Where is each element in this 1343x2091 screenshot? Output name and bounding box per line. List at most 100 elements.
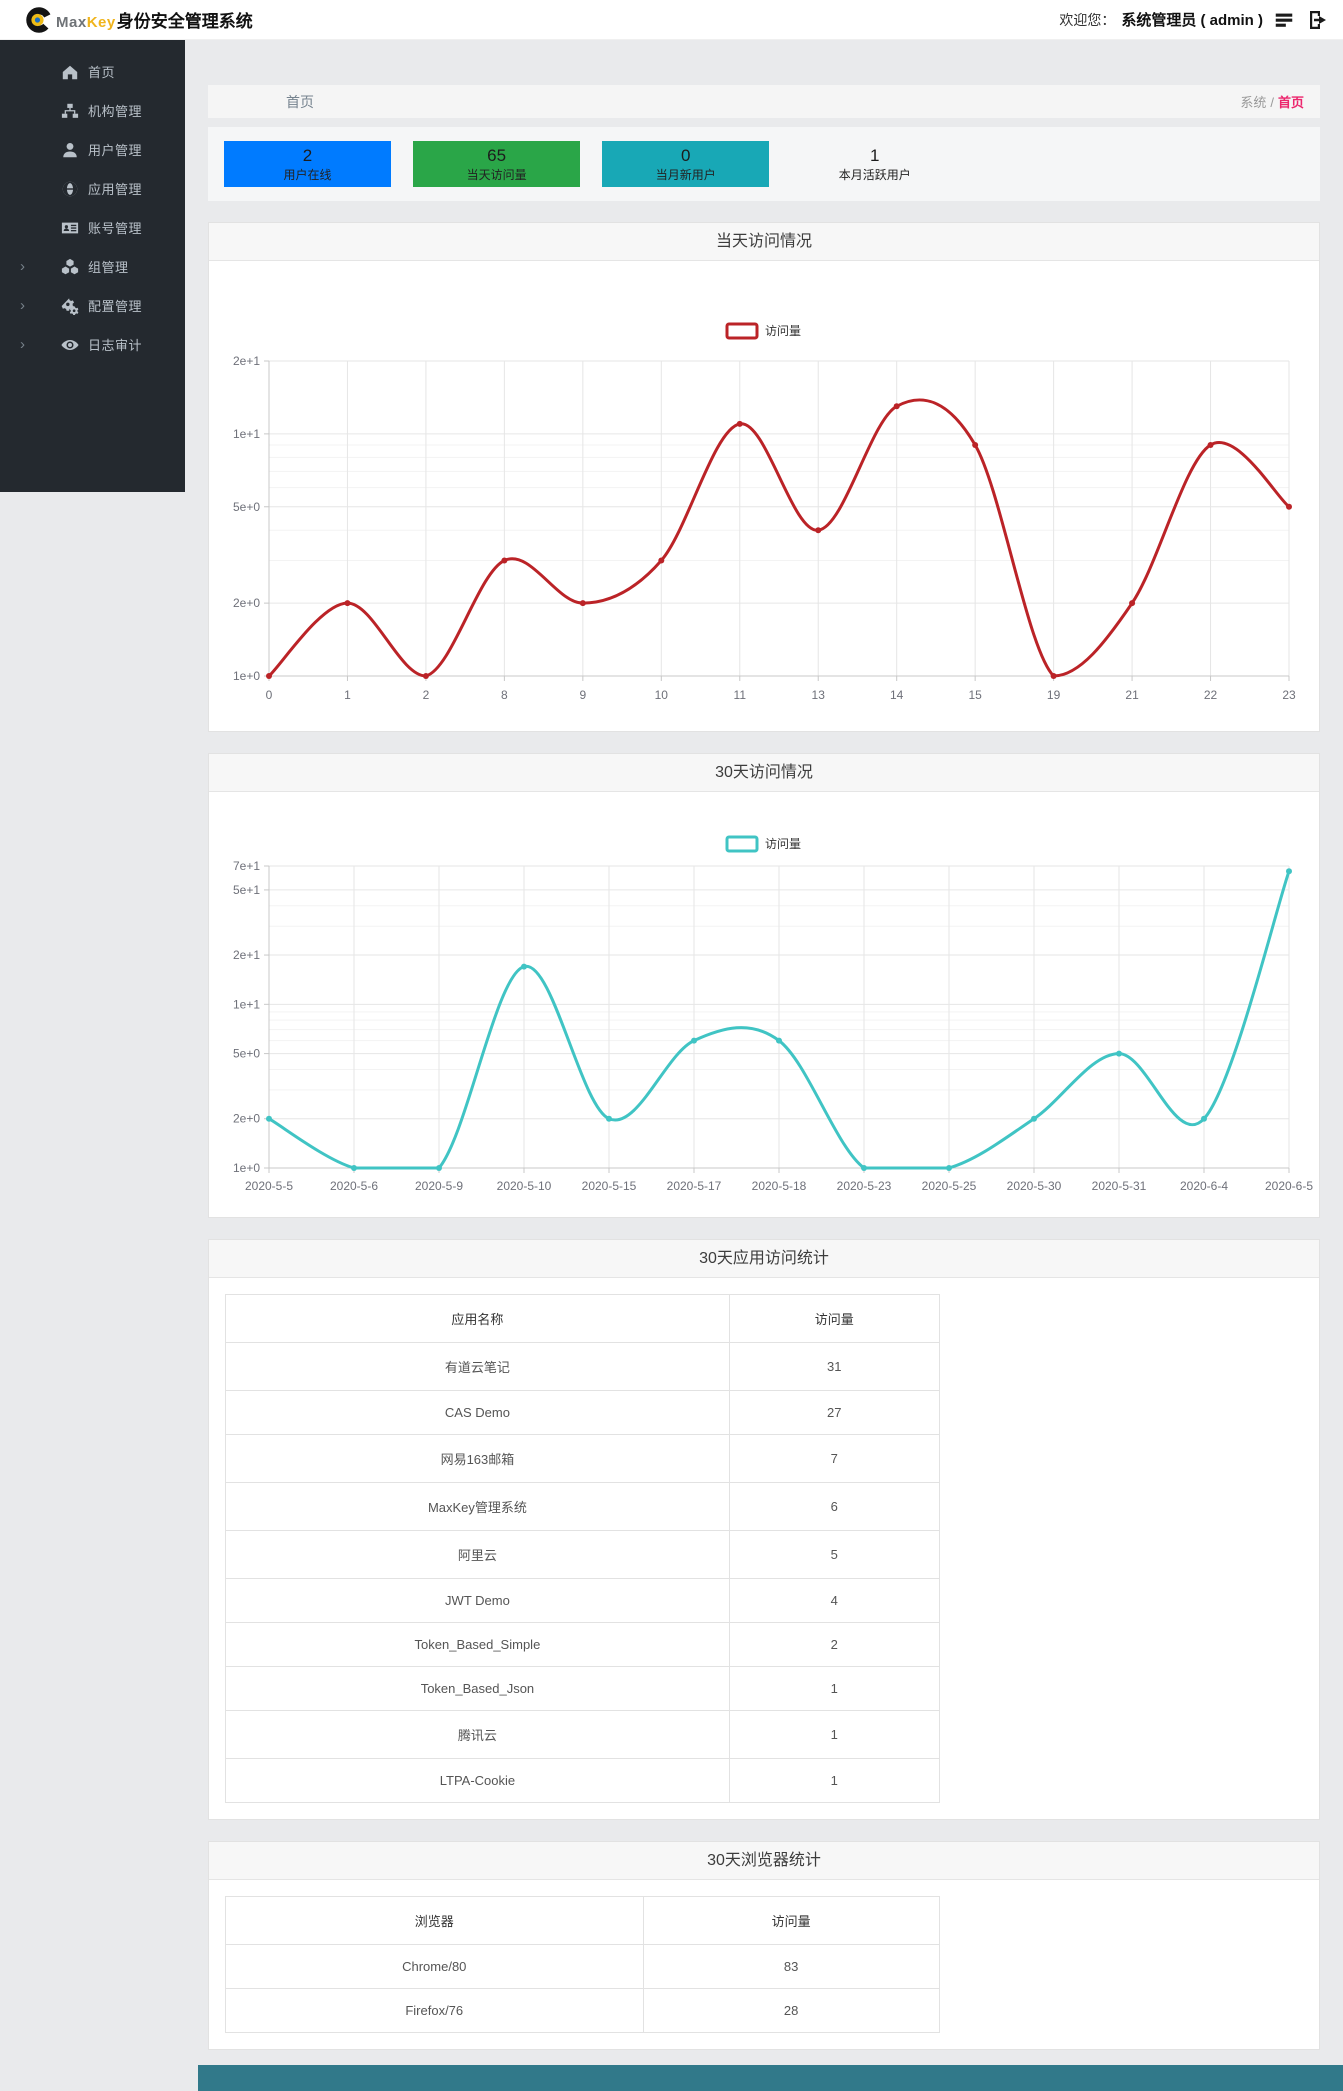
x-axis-tick-label: 2020-5-5 xyxy=(245,1179,293,1193)
chart-data-point xyxy=(972,441,979,448)
table-cell: 有道云笔记 xyxy=(225,1342,730,1391)
table-cell: LTPA-Cookie xyxy=(225,1758,730,1803)
table-cell: 4 xyxy=(728,1578,940,1623)
chart-data-point xyxy=(606,1115,612,1122)
table-header-row: 浏览器 访问量 xyxy=(225,1896,940,1945)
x-axis-tick-label: 14 xyxy=(890,688,904,702)
stat-label: 用户在线 xyxy=(283,168,332,182)
table-cell: JWT Demo xyxy=(225,1578,730,1623)
table-cell: 31 xyxy=(728,1342,940,1391)
x-axis-tick-label: 2020-5-30 xyxy=(1007,1179,1062,1193)
sidebar-item-7[interactable]: › 日志审计 xyxy=(0,325,185,364)
x-axis-tick-label: 8 xyxy=(501,688,508,702)
chart-legend-label[interactable]: 访问量 xyxy=(765,837,801,851)
stat-value: 0 xyxy=(680,146,691,165)
table-row: CAS Demo 27 xyxy=(225,1390,940,1435)
table-header-cell: 访问量 xyxy=(728,1294,940,1343)
chart-data-point xyxy=(351,1165,357,1171)
x-axis-tick-label: 21 xyxy=(1125,688,1139,702)
sidebar-item-0[interactable]: 首页 xyxy=(0,52,185,91)
x-axis-tick-label: 2020-5-18 xyxy=(752,1179,807,1193)
breadcrumb-current-link[interactable]: 首页 xyxy=(1278,95,1304,110)
sidebar-item-3[interactable]: 应用管理 xyxy=(0,169,185,208)
table-header-row: 应用名称 访问量 xyxy=(225,1294,940,1343)
sidebar-item-6[interactable]: › 配置管理 xyxy=(0,286,185,325)
x-axis-tick-label: 2020-6-5 xyxy=(1265,1179,1313,1193)
chart-data-point xyxy=(501,557,508,564)
id-card-icon xyxy=(60,219,80,237)
table-cell: 2 xyxy=(728,1622,940,1667)
y-axis-tick-label: 1e+1 xyxy=(233,427,260,441)
x-axis-tick-label: 10 xyxy=(655,688,669,702)
y-axis-tick-label: 1e+1 xyxy=(233,997,260,1011)
y-axis-tick-label: 1e+0 xyxy=(233,669,260,683)
chart-data-point xyxy=(658,557,665,564)
chart-legend-swatch[interactable] xyxy=(725,322,759,340)
brand-key: Key xyxy=(86,14,116,31)
sidebar-item-label: 应用管理 xyxy=(88,182,143,197)
brand-max: Max xyxy=(56,14,87,31)
table-row: Token_Based_Simple 2 xyxy=(225,1622,940,1667)
sidebar-item-label: 首页 xyxy=(88,65,116,80)
sidebar-item-label: 账号管理 xyxy=(88,221,143,236)
table-row: MaxKey管理系统 6 xyxy=(225,1482,940,1531)
chevron-right-icon: › xyxy=(20,336,25,353)
sidebar-item-1[interactable]: 机构管理 xyxy=(0,91,185,130)
chart-data-point xyxy=(1116,1050,1122,1057)
y-axis-tick-label: 5e+0 xyxy=(233,500,260,514)
sidebar-item-label: 配置管理 xyxy=(88,299,143,314)
logout-icon[interactable] xyxy=(1305,8,1329,32)
x-axis-tick-label: 2 xyxy=(423,688,430,702)
table-row: JWT Demo 4 xyxy=(225,1578,940,1623)
gears-icon xyxy=(60,297,80,315)
chart-legend-label[interactable]: 访问量 xyxy=(765,324,801,338)
y-axis-tick-label: 2e+0 xyxy=(233,596,260,610)
chart-data-point xyxy=(266,673,272,679)
sidebar-item-label: 组管理 xyxy=(88,260,129,275)
stats-band: 2 用户在线 65 当天访问量 0 当月新用户 1 本月活跃用户 xyxy=(208,127,1320,201)
sidebar-item-2[interactable]: 用户管理 xyxy=(0,130,185,169)
chart-data-point xyxy=(691,1037,697,1044)
browser-visits-table: 浏览器 访问量 Chrome/80 83 Firefox/76 28 xyxy=(225,1896,940,2033)
breadcrumb: 系统 / 首页 xyxy=(1240,92,1304,111)
x-axis-tick-label: 2020-5-17 xyxy=(667,1179,722,1193)
stat-label: 本月活跃用户 xyxy=(838,168,911,182)
chart-data-point xyxy=(1031,1115,1037,1122)
table-header-cell: 浏览器 xyxy=(225,1896,644,1945)
table-row: Firefox/76 28 xyxy=(225,1988,940,2033)
table-cell: Token_Based_Json xyxy=(225,1666,730,1711)
list-icon[interactable] xyxy=(1273,9,1295,31)
table-header-cell: 应用名称 xyxy=(225,1294,730,1343)
sidebar-item-label: 用户管理 xyxy=(88,143,143,158)
stat-value: 2 xyxy=(302,146,313,165)
sidebar: 首页 机构管理 用户管理 应用管理 账号管理 › 组管理 › 配置管理 › 日志审计 xyxy=(0,40,185,492)
chart-data-point xyxy=(861,1165,867,1171)
table-cell: Chrome/80 xyxy=(225,1944,644,1989)
chart-legend-swatch[interactable] xyxy=(725,835,759,853)
chart-data-point xyxy=(1286,868,1292,875)
page-footer xyxy=(198,2065,1343,2091)
sidebar-item-4[interactable]: 账号管理 xyxy=(0,208,185,247)
table-cell: 阿里云 xyxy=(225,1530,730,1579)
sidebar-item-label: 机构管理 xyxy=(88,104,143,119)
panel-30day-visits-title: 30天访问情况 xyxy=(209,754,1319,792)
x-axis-tick-label: 1 xyxy=(344,688,351,702)
breadcrumb-bar: 首页 系统 / 首页 xyxy=(208,85,1320,118)
table-cell: 83 xyxy=(642,1944,940,1989)
sidebar-item-label: 日志审计 xyxy=(88,338,143,353)
table-cell: 7 xyxy=(728,1434,940,1483)
breadcrumb-parent-link[interactable]: 系统 xyxy=(1240,95,1266,110)
table-cell: Token_Based_Simple xyxy=(225,1622,730,1667)
panel-30day-browser-stats-title: 30天浏览器统计 xyxy=(209,1842,1319,1880)
stat-value: 1 xyxy=(870,146,880,165)
sidebar-item-5[interactable]: › 组管理 xyxy=(0,247,185,286)
page-title: 首页 xyxy=(286,93,314,110)
panel-today-visits-title: 当天访问情况 xyxy=(209,223,1319,261)
home-icon xyxy=(60,63,80,81)
x-axis-tick-label: 19 xyxy=(1047,688,1061,702)
table-row: 腾讯云 1 xyxy=(225,1710,940,1759)
chart-data-point xyxy=(1129,600,1136,607)
table-row: Chrome/80 83 xyxy=(225,1944,940,1989)
x-axis-tick-label: 2020-5-10 xyxy=(497,1179,552,1193)
app-header: MaxKey身份安全管理系统 欢迎您： 系统管理员 ( admin ) xyxy=(0,0,1343,40)
